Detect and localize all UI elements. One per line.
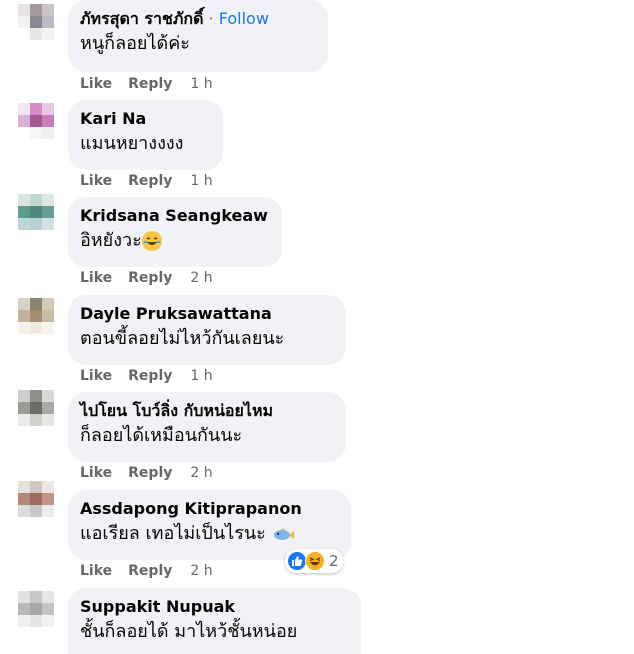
like-button[interactable]: Like [80,173,112,189]
timestamp[interactable]: 2 h [190,465,212,481]
commenter-name[interactable]: Assdapong Kitiprapanon [80,498,339,519]
comment-actions: Like Reply 2 h [80,465,213,481]
comment-header: ภัทรสุดา ราชภักดิ์ · Follow [80,8,316,29]
reply-button[interactable]: Reply [128,563,172,579]
reaction-summary[interactable]: 2 [285,549,343,573]
comment-text-row: อิหยังวะ [80,228,270,254]
avatar[interactable] [18,481,54,517]
reaction-count: 2 [329,552,339,570]
commenter-name[interactable]: Kari Na [80,108,211,129]
follow-button[interactable]: Follow [219,9,269,28]
reply-button[interactable]: Reply [128,76,172,92]
timestamp[interactable]: 2 h [190,270,212,286]
commenter-name[interactable]: Dayle Pruksawattana [80,303,334,324]
commenter-name[interactable]: Kridsana Seangkeaw [80,205,270,226]
avatar[interactable] [18,194,54,230]
reply-button[interactable]: Reply [128,270,172,286]
timestamp[interactable]: 1 h [190,173,212,189]
comment-bubble: ภัทรสุดา ราชภักดิ์ · Follow หนูก็ลอยได้ค… [68,0,328,72]
like-button[interactable]: Like [80,563,112,579]
timestamp[interactable]: 1 h [190,368,212,384]
comment-actions: Like Reply 1 h [80,173,213,189]
comment-text: หนูก็ลอยได้ค่ะ [80,33,190,54]
comment-actions: Like Reply 1 h [80,368,213,384]
avatar[interactable] [18,103,54,139]
comment-bubble: ไปโยน โบว์ลิ่ง กับหน่อยไหม ก็ลอยได้เหมือ… [68,392,346,462]
comment-actions: Like Reply 2 h [80,563,213,579]
comment-bubble: Kari Na แมนหยางงงง [68,100,223,170]
reply-button[interactable]: Reply [128,368,172,384]
avatar[interactable] [18,390,54,426]
separator-dot: · [203,9,219,28]
reply-button[interactable]: Reply [128,465,172,481]
comment-bubble: Dayle Pruksawattana ตอนขี้ลอยไม่ไหว้กันเ… [68,295,346,365]
comment-text-row: แอเรียล เทอไม่เป็นไรนะ [80,521,339,547]
like-button[interactable]: Like [80,76,112,92]
commenter-name[interactable]: ภัทรสุดา ราชภักดิ์ [80,9,203,28]
comment-text: แอเรียล เทอไม่เป็นไรนะ [80,523,272,544]
comment-text: ชั้นก็ลอยได้ มาไหว้ชั้นหน่อย [80,621,298,642]
commenter-name[interactable]: Suppakit Nupuak [80,596,349,617]
laughing-with-tears-emoji-icon [141,231,162,251]
avatar[interactable] [18,4,54,40]
like-button[interactable]: Like [80,270,112,286]
comment-bubble: Suppakit Nupuak ชั้นก็ลอยได้ มาไหว้ชั้นห… [68,588,361,654]
comment-actions: Like Reply 1 h [80,76,213,92]
commenter-name[interactable]: ไปโยน โบว์ลิ่ง กับหน่อยไหม [80,400,334,421]
comment-actions: Like Reply 2 h [80,270,213,286]
comment-text: ตอนขี้ลอยไม่ไหว้กันเลยนะ [80,328,285,349]
comment-text: แมนหยางงงง [80,133,184,154]
avatar[interactable] [18,591,54,627]
haha-reaction-icon [305,551,325,571]
like-reaction-icon [287,551,307,571]
reply-button[interactable]: Reply [128,173,172,189]
fish-emoji-icon [272,524,294,544]
comment-text: อิหยังวะ [80,230,142,251]
timestamp[interactable]: 2 h [190,563,212,579]
timestamp[interactable]: 1 h [190,76,212,92]
like-button[interactable]: Like [80,465,112,481]
avatar[interactable] [18,298,54,334]
comment-bubble: Kridsana Seangkeaw อิหยังวะ [68,197,282,267]
like-button[interactable]: Like [80,368,112,384]
comment-text: ก็ลอยได้เหมือนกันนะ [80,425,243,446]
